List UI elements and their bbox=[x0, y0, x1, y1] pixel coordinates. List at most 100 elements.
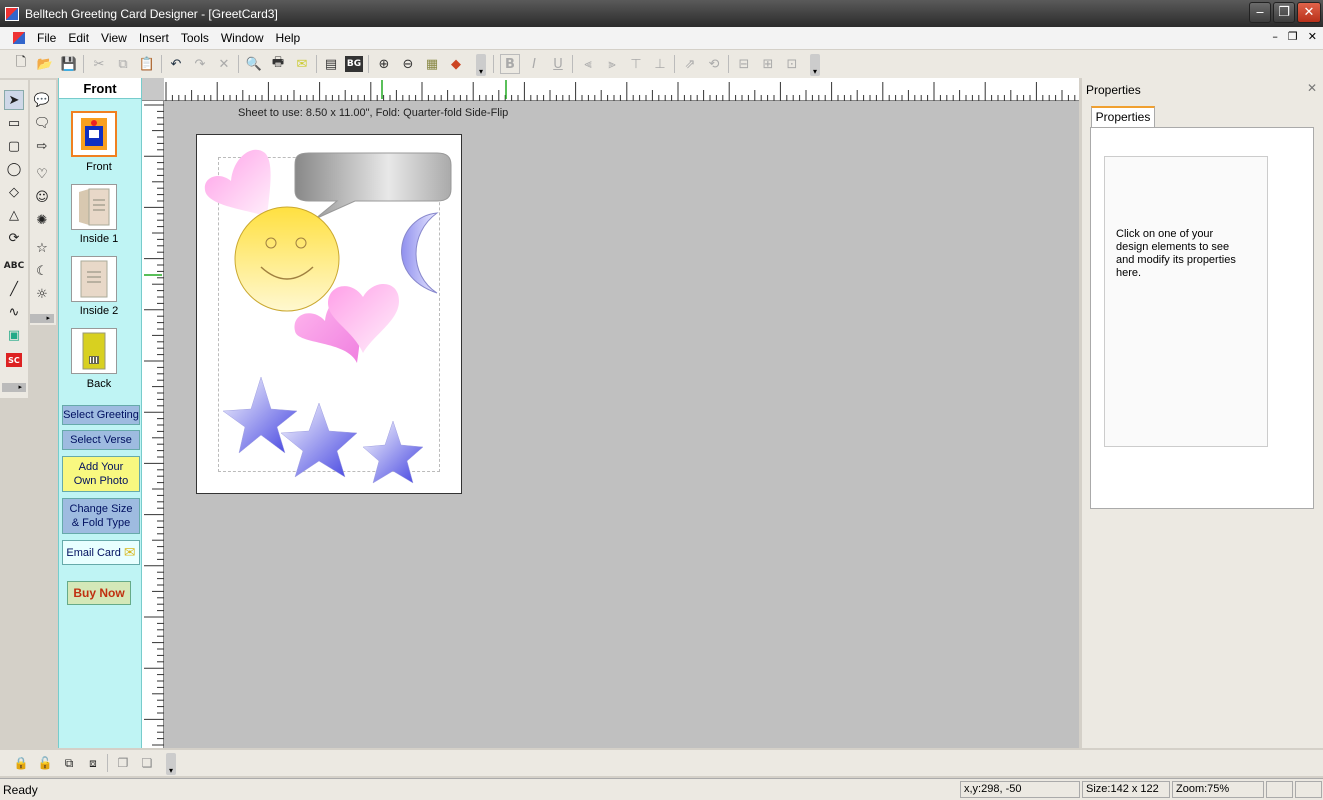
menu-view[interactable]: View bbox=[95, 31, 133, 45]
page-setup-icon[interactable]: ▤ bbox=[321, 54, 341, 74]
align-top-icon[interactable]: ⊤ bbox=[626, 54, 646, 74]
center-horizontal-icon[interactable]: ⊟ bbox=[734, 54, 754, 74]
freeform-tool-icon[interactable]: ⟳ bbox=[4, 228, 24, 248]
print-icon[interactable]: 🖶 bbox=[268, 54, 288, 74]
moon-tool-icon[interactable]: ☾ bbox=[32, 261, 52, 281]
send-to-back-icon[interactable]: ❏ bbox=[137, 753, 157, 773]
page-thumb-inside-2[interactable] bbox=[71, 256, 117, 302]
copy-icon[interactable]: ⧉ bbox=[113, 54, 133, 74]
tools-panel-grip[interactable]: ▸ bbox=[2, 383, 26, 392]
thought-bubble-tool-icon[interactable]: 🗨 bbox=[32, 113, 52, 133]
line-tool-icon[interactable]: ╱ bbox=[4, 279, 24, 299]
center-both-icon[interactable]: ⊡ bbox=[782, 54, 802, 74]
speech-bubble-tool-icon[interactable]: 💬 bbox=[32, 90, 52, 110]
star-shape bbox=[222, 376, 298, 454]
sun-tool-icon[interactable]: ☼ bbox=[32, 284, 52, 304]
design-canvas[interactable]: Sheet to use: 8.50 x 11.00", Fold: Quart… bbox=[164, 101, 1079, 748]
add-photo-button[interactable]: Add Your Own Photo bbox=[62, 456, 140, 492]
select-greeting-button[interactable]: Select Greeting bbox=[62, 405, 140, 425]
page-thumb-back[interactable] bbox=[71, 328, 117, 374]
mdi-close-button[interactable]: ✕ bbox=[1308, 30, 1317, 43]
arrange-toolbar: 🔒 🔓 ⧉ ⧈ ❐ ❏ ▾ bbox=[0, 750, 1323, 776]
menu-window[interactable]: Window bbox=[215, 31, 270, 45]
diamond-tool-icon[interactable]: ◇ bbox=[4, 182, 24, 202]
lock-icon[interactable]: 🔒 bbox=[11, 753, 31, 773]
image-tool-icon[interactable]: ▣ bbox=[4, 325, 24, 345]
minimize-button[interactable]: ‒ bbox=[1249, 2, 1271, 23]
select-verse-button[interactable]: Select Verse bbox=[62, 430, 140, 450]
print-preview-icon[interactable]: 🔍 bbox=[244, 54, 264, 74]
group-icon[interactable]: ⧉ bbox=[59, 753, 79, 773]
align-left-icon[interactable]: ⫷ bbox=[578, 54, 598, 74]
unlock-icon[interactable]: 🔓 bbox=[35, 753, 55, 773]
pointer-tool-icon[interactable]: ➤ bbox=[4, 90, 24, 110]
menu-tools[interactable]: Tools bbox=[175, 31, 215, 45]
delete-icon[interactable]: ✕ bbox=[214, 54, 234, 74]
buy-now-button[interactable]: Buy Now bbox=[67, 581, 131, 605]
mdi-minimize-button[interactable]: – bbox=[1272, 30, 1278, 43]
star-tool-icon[interactable]: ☆ bbox=[32, 238, 52, 258]
heart-tool-icon[interactable]: ♡ bbox=[32, 164, 52, 184]
bold-button[interactable]: B bbox=[500, 54, 520, 74]
rounded-rectangle-tool-icon[interactable]: ▢ bbox=[4, 136, 24, 156]
menu-edit[interactable]: Edit bbox=[62, 31, 95, 45]
zoom-in-icon[interactable]: ⊕ bbox=[374, 54, 394, 74]
center-vertical-icon[interactable]: ⊞ bbox=[758, 54, 778, 74]
document-icon[interactable] bbox=[13, 32, 25, 44]
smiley-tool-icon[interactable]: ☺ bbox=[32, 187, 52, 207]
underline-button[interactable]: U bbox=[548, 54, 568, 74]
ellipse-tool-icon[interactable]: ◯ bbox=[4, 159, 24, 179]
email-card-button[interactable]: Email Card ✉ bbox=[62, 540, 140, 565]
tab-properties[interactable]: Properties bbox=[1091, 106, 1155, 128]
menu-file[interactable]: File bbox=[31, 31, 62, 45]
arrange-toolbar-grip[interactable]: ▾ bbox=[166, 753, 176, 775]
clipart-book-icon[interactable]: ◆ bbox=[446, 54, 466, 74]
undo-icon[interactable]: ↶ bbox=[166, 54, 186, 74]
menu-insert[interactable]: Insert bbox=[133, 31, 175, 45]
speech-bubble-shape bbox=[294, 152, 452, 220]
italic-button[interactable]: I bbox=[524, 54, 544, 74]
star-shape bbox=[362, 420, 424, 484]
format-toolbar-grip[interactable]: ▾ bbox=[810, 54, 820, 76]
toolbar-overflow-grip[interactable]: ▾ bbox=[476, 54, 486, 76]
background-button[interactable]: BG bbox=[345, 56, 363, 72]
menu-help[interactable]: Help bbox=[270, 31, 307, 45]
text-tool-icon[interactable]: ABC bbox=[4, 256, 24, 276]
rectangle-tool-icon[interactable]: ▭ bbox=[4, 113, 24, 133]
curve-tool-icon[interactable]: ∿ bbox=[4, 302, 24, 322]
front-page-icon bbox=[81, 118, 107, 150]
align-right-icon[interactable]: ⫸ bbox=[602, 54, 622, 74]
inside-page-icon bbox=[80, 260, 108, 298]
clipart-tool-icon[interactable]: SC bbox=[6, 353, 22, 367]
page-thumb-front[interactable] bbox=[71, 111, 117, 157]
card-page[interactable] bbox=[196, 134, 462, 494]
save-icon[interactable]: 💾 bbox=[59, 54, 79, 74]
open-folder-icon[interactable]: 📂 bbox=[35, 54, 55, 74]
arrow-tool-icon[interactable]: ⇨ bbox=[32, 136, 52, 156]
properties-close-button[interactable]: ✕ bbox=[1307, 81, 1317, 95]
mdi-restore-button[interactable]: ❐ bbox=[1288, 30, 1298, 43]
shapes-panel-grip[interactable]: ▸ bbox=[30, 314, 54, 323]
redo-icon[interactable]: ↷ bbox=[190, 54, 210, 74]
change-size-fold-button[interactable]: Change Size & Fold Type bbox=[62, 498, 140, 534]
maximize-button[interactable]: ❐ bbox=[1273, 2, 1295, 23]
page-thumb-inside-1[interactable] bbox=[71, 184, 117, 230]
flip-icon[interactable]: ⇗ bbox=[680, 54, 700, 74]
bring-to-front-icon[interactable]: ❐ bbox=[113, 753, 133, 773]
grid-icon[interactable]: ▦ bbox=[422, 54, 442, 74]
close-button[interactable]: ✕ bbox=[1297, 2, 1321, 23]
paste-icon[interactable]: 📋 bbox=[137, 54, 157, 74]
horizontal-ruler-ticks bbox=[165, 80, 1076, 101]
zoom-out-icon[interactable]: ⊖ bbox=[398, 54, 418, 74]
ungroup-icon[interactable]: ⧈ bbox=[83, 753, 103, 773]
envelope-icon[interactable]: ✉ bbox=[292, 54, 312, 74]
align-bottom-icon[interactable]: ⊥ bbox=[650, 54, 670, 74]
triangle-tool-icon[interactable]: △ bbox=[4, 205, 24, 225]
heart-shape bbox=[204, 149, 271, 217]
rotate-icon[interactable]: ⟲ bbox=[704, 54, 724, 74]
cut-icon[interactable]: ✂ bbox=[89, 54, 109, 74]
burst-tool-icon[interactable]: ✺ bbox=[32, 210, 52, 230]
app-icon[interactable] bbox=[5, 6, 19, 21]
new-file-icon[interactable]: 🗋 bbox=[11, 54, 31, 74]
properties-title: Properties bbox=[1086, 83, 1141, 97]
